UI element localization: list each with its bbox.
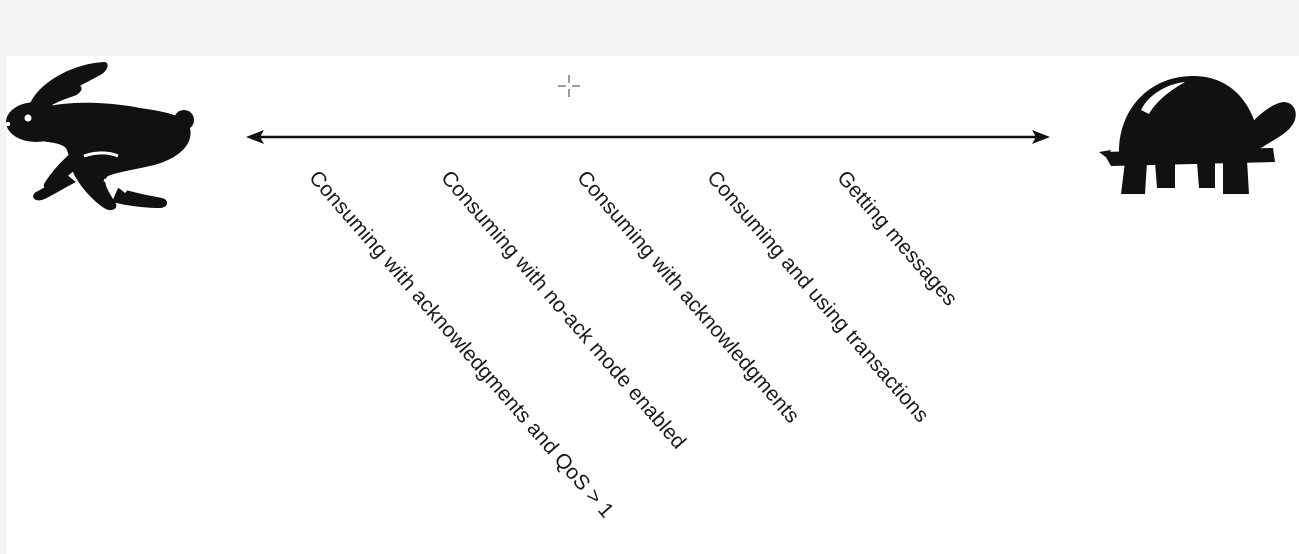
speed-spectrum-arrow: [246, 130, 1050, 144]
turtle-icon: [1099, 76, 1296, 194]
rabbit-icon: [5, 62, 194, 211]
top-strip: [0, 0, 1299, 56]
crosshair-cursor-icon: [558, 75, 580, 97]
